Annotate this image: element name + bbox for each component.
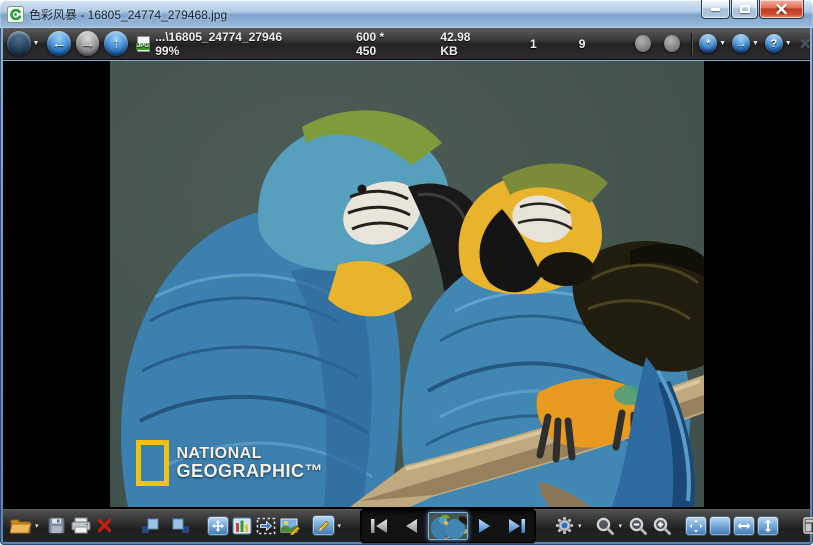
go-button[interactable]: → — [732, 34, 750, 53]
last-image-button[interactable] — [502, 513, 532, 539]
open-folder-icon — [10, 517, 32, 534]
app-logo-icon — [7, 6, 24, 23]
current-image-thumbnail[interactable] — [428, 512, 468, 540]
up-folder-button[interactable]: ↑ — [104, 31, 128, 56]
favorites-caret-icon[interactable]: ▼ — [719, 40, 726, 47]
window-title: 色彩风暴 - 16805_24774_279468.jpg — [29, 6, 227, 23]
pan-move-icon — [208, 517, 228, 535]
forward-icon: → — [80, 35, 95, 52]
previous-icon — [403, 517, 419, 535]
image-dimensions-label: 600 * 450 — [356, 30, 404, 58]
go-icon: → — [736, 38, 747, 50]
file-path-zoom-label: ...\16805_24774_27946 99% — [155, 30, 300, 58]
histogram-button[interactable] — [230, 513, 254, 539]
open-caret-icon[interactable]: ▾ — [35, 522, 39, 530]
actual-size-button[interactable] — [708, 513, 732, 539]
previous-image-button[interactable] — [396, 513, 426, 539]
open-file-button[interactable] — [9, 513, 33, 539]
print-button[interactable] — [69, 513, 93, 539]
fit-width-icon — [734, 517, 754, 535]
image-editor-button[interactable] — [278, 513, 302, 539]
thumbnail-image — [429, 513, 467, 539]
actual-size-icon — [710, 517, 730, 535]
minimize-icon — [711, 8, 720, 11]
favorites-button[interactable]: * — [699, 34, 717, 53]
favorites-icon: * — [706, 38, 710, 50]
last-icon — [507, 517, 527, 535]
maximize-icon — [740, 5, 750, 13]
window-controls — [700, 0, 804, 19]
fit-height-icon — [758, 517, 778, 535]
watermark-line1: NATIONAL — [177, 446, 324, 462]
delete-x-icon — [97, 518, 112, 533]
image-edit-icon — [280, 517, 300, 535]
save-floppy-icon — [48, 517, 65, 534]
zoom-out-icon — [628, 516, 648, 536]
next-icon — [477, 517, 493, 535]
browser-layout-button[interactable] — [801, 513, 813, 539]
zoom-out-button[interactable] — [626, 513, 650, 539]
national-geographic-watermark: NATIONAL GEOGRAPHIC™ — [136, 440, 324, 486]
fit-height-button[interactable] — [756, 513, 780, 539]
close-button[interactable] — [759, 0, 804, 19]
recent-files-button[interactable] — [7, 31, 31, 56]
forward-button[interactable]: → — [76, 31, 100, 56]
help-icon: ? — [770, 38, 777, 50]
pan-tool-button[interactable] — [206, 513, 230, 539]
maximize-button[interactable] — [731, 0, 758, 19]
jpg-file-icon: JPG — [137, 36, 150, 52]
annotate-button[interactable] — [312, 513, 336, 539]
crop-selection-icon — [256, 517, 276, 535]
pencil-edit-icon — [313, 516, 334, 535]
help-caret-icon[interactable]: ▼ — [785, 40, 792, 47]
up-icon: ↑ — [112, 35, 120, 52]
save-button[interactable] — [45, 513, 69, 539]
top-toolbar: ▼ ← → ↑ JPG ...\16805_24774_27946 99% 60… — [3, 28, 810, 60]
status-dot-right[interactable] — [664, 35, 680, 52]
printer-icon — [71, 517, 91, 534]
image-canvas[interactable]: NATIONAL GEOGRAPHIC™ — [3, 61, 810, 508]
recent-files-caret-icon[interactable]: ▼ — [33, 40, 40, 47]
image-count-label: 9 — [579, 37, 586, 51]
histogram-icon — [232, 517, 252, 535]
annotate-caret-icon[interactable]: ▾ — [338, 522, 342, 530]
zoom-in-button[interactable] — [650, 513, 674, 539]
settings-caret-icon[interactable]: ▾ — [578, 522, 582, 530]
fit-width-button[interactable] — [732, 513, 756, 539]
zoom-tool-button[interactable] — [593, 513, 617, 539]
magnifier-icon — [595, 516, 615, 536]
close-icon — [776, 4, 787, 14]
minimize-button[interactable] — [701, 0, 730, 19]
zoom-tool-caret-icon[interactable]: ▾ — [619, 522, 623, 530]
status-dot-left[interactable] — [635, 35, 651, 52]
first-image-button[interactable] — [364, 513, 394, 539]
next-image-button[interactable] — [470, 513, 500, 539]
ng-yellow-frame-icon — [136, 440, 169, 486]
image-index-label: 1 — [530, 37, 537, 51]
back-icon: ← — [52, 35, 67, 52]
watermark-line2: GEOGRAPHIC™ — [177, 462, 324, 480]
zoom-in-icon — [652, 516, 672, 536]
go-caret-icon[interactable]: ▼ — [752, 40, 759, 47]
navigation-strip — [360, 509, 536, 543]
delete-button[interactable] — [93, 513, 117, 539]
file-size-label: 42.98 KB — [440, 30, 488, 58]
rotate-left-icon — [141, 517, 160, 534]
help-button[interactable]: ? — [765, 34, 783, 53]
app-window: 色彩风暴 - 16805_24774_279468.jpg ▼ ← → ↑ JP… — [0, 0, 813, 545]
crop-select-button[interactable] — [254, 513, 278, 539]
first-icon — [369, 517, 389, 535]
rotate-left-button[interactable] — [139, 513, 163, 539]
back-button[interactable]: ← — [47, 31, 71, 56]
bottom-toolbar: ▾ — [3, 508, 810, 542]
hide-toolbar-icon[interactable] — [800, 38, 810, 49]
rotate-right-button[interactable] — [169, 513, 193, 539]
gear-icon — [555, 516, 574, 535]
fit-window-icon — [686, 517, 706, 535]
browser-layout-icon — [803, 517, 813, 534]
rotate-right-icon — [171, 517, 190, 534]
title-bar[interactable]: 色彩风暴 - 16805_24774_279468.jpg — [0, 0, 813, 28]
settings-button[interactable] — [552, 513, 576, 539]
fit-window-button[interactable] — [684, 513, 708, 539]
